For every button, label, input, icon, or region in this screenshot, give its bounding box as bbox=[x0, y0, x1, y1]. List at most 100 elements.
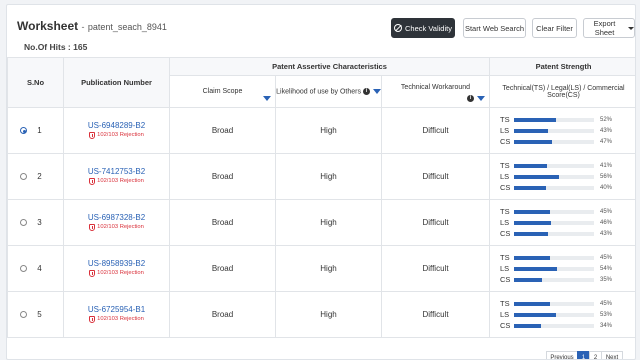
shield-icon bbox=[89, 177, 96, 185]
score-bar bbox=[514, 185, 594, 190]
clear-filter-button[interactable]: Clear Filter bbox=[532, 18, 577, 38]
export-sheet-button[interactable]: Export Sheet bbox=[583, 18, 635, 38]
row-select-radio[interactable] bbox=[20, 127, 27, 135]
column-header-workaround[interactable]: Technical Workaround i bbox=[381, 75, 490, 108]
start-web-search-button[interactable]: Start Web Search bbox=[463, 18, 526, 38]
score-label: TS bbox=[500, 253, 510, 262]
sno-value: 1 bbox=[37, 126, 42, 135]
worksheet-title: Worksheet bbox=[17, 19, 79, 33]
score-label: TS bbox=[500, 115, 510, 124]
sort-down-icon[interactable] bbox=[263, 96, 271, 101]
score-label: LS bbox=[500, 126, 510, 135]
check-validity-button[interactable]: Check Validity bbox=[391, 18, 455, 38]
score-bar bbox=[514, 301, 594, 306]
table-row[interactable]: 3 US-6987328-B2 102/103 Rejection Broad … bbox=[7, 199, 635, 246]
rejection-badge: 102/103 Rejection bbox=[89, 315, 144, 323]
sno-cell: 3 bbox=[7, 199, 64, 246]
publication-cell: US-6948289-B2 102/103 Rejection bbox=[63, 107, 170, 154]
workaround-label: Technical Workaround bbox=[400, 84, 471, 91]
publication-link[interactable]: US-6987328-B2 bbox=[64, 213, 169, 222]
table-row[interactable]: 4 US-8958939-B2 102/103 Rejection Broad … bbox=[7, 245, 635, 292]
score-row: TS 52% bbox=[500, 114, 635, 125]
sort-down-icon[interactable] bbox=[477, 95, 485, 101]
score-label: CS bbox=[500, 275, 511, 284]
likelihood-cell: High bbox=[275, 245, 382, 292]
sno-value: 5 bbox=[37, 310, 42, 319]
shield-icon bbox=[89, 269, 96, 277]
row-select-radio[interactable] bbox=[20, 311, 27, 319]
likelihood-label: Likelihood of use by Others bbox=[276, 88, 361, 96]
info-icon[interactable]: i bbox=[362, 87, 370, 95]
table-row[interactable]: 2 US-7412753-B2 102/103 Rejection Broad … bbox=[7, 153, 635, 200]
column-header-likelihood[interactable]: Likelihood of use by Others i bbox=[275, 75, 382, 108]
rejection-label: 102/103 Rejection bbox=[97, 178, 144, 184]
strength-cell: TS 45% LS 46% CS 43% bbox=[489, 199, 635, 246]
rejection-badge: 102/103 Rejection bbox=[89, 177, 144, 185]
sno-cell: 5 bbox=[7, 291, 64, 338]
score-row: TS 45% bbox=[500, 298, 635, 309]
shield-icon bbox=[89, 223, 96, 231]
claim-scope-label: Claim Scope bbox=[202, 88, 243, 95]
score-percent: 45% bbox=[600, 254, 613, 261]
pagination: Previous 1 2 Next bbox=[546, 351, 623, 359]
publication-link[interactable]: US-6948289-B2 bbox=[64, 121, 169, 130]
sno-cell: 4 bbox=[7, 245, 64, 292]
sno-value: 2 bbox=[37, 172, 42, 181]
score-percent: 53% bbox=[600, 311, 613, 318]
score-percent: 43% bbox=[600, 230, 613, 237]
score-bar bbox=[514, 209, 594, 214]
pagination-previous[interactable]: Previous bbox=[546, 351, 578, 359]
strength-cell: TS 45% LS 54% CS 35% bbox=[489, 245, 635, 292]
score-label: LS bbox=[500, 218, 510, 227]
score-bar bbox=[514, 312, 594, 317]
info-icon[interactable]: i bbox=[467, 94, 475, 102]
score-label: TS bbox=[500, 207, 510, 216]
score-bar bbox=[514, 117, 594, 122]
score-bar-fill bbox=[514, 163, 547, 168]
score-bar-fill bbox=[514, 231, 549, 236]
score-row: CS 47% bbox=[500, 136, 635, 147]
worksheet-table: S.No Publication Number Patent Assertive… bbox=[7, 57, 635, 338]
score-bar-fill bbox=[514, 117, 556, 122]
publication-link[interactable]: US-7412753-B2 bbox=[64, 167, 169, 176]
score-row: LS 54% bbox=[500, 263, 635, 274]
workaround-controls: i bbox=[467, 94, 485, 102]
workaround-cell: Difficult bbox=[381, 291, 490, 338]
likelihood-cell: High bbox=[275, 199, 382, 246]
score-label: TS bbox=[500, 161, 510, 170]
table-row[interactable]: 5 US-6725954-B1 102/103 Rejection Broad … bbox=[7, 291, 635, 338]
score-label: LS bbox=[500, 310, 510, 319]
score-bar-fill bbox=[514, 174, 559, 179]
row-select-radio[interactable] bbox=[20, 265, 27, 273]
workaround-cell: Difficult bbox=[381, 245, 490, 292]
score-row: TS 41% bbox=[500, 160, 635, 171]
score-row: LS 53% bbox=[500, 309, 635, 320]
publication-cell: US-6987328-B2 102/103 Rejection bbox=[63, 199, 170, 246]
pagination-next[interactable]: Next bbox=[601, 351, 623, 359]
score-bar bbox=[514, 323, 594, 328]
publication-link[interactable]: US-6725954-B1 bbox=[64, 305, 169, 314]
score-bar-fill bbox=[514, 128, 549, 133]
table-row[interactable]: 1 US-6948289-B2 102/103 Rejection Broad … bbox=[7, 107, 635, 154]
sort-down-icon[interactable] bbox=[372, 88, 381, 94]
claim-scope-cell: Broad bbox=[169, 153, 276, 200]
sno-cell: 2 bbox=[7, 153, 64, 200]
column-header-strength: Technical(TS) / Legal(LS) / Commercial S… bbox=[489, 75, 635, 108]
row-select-radio[interactable] bbox=[20, 173, 27, 181]
score-bar bbox=[514, 255, 594, 260]
score-label: TS bbox=[500, 299, 510, 308]
column-header-claim-scope[interactable]: Claim Scope bbox=[169, 75, 276, 108]
score-row: CS 40% bbox=[500, 182, 635, 193]
row-select-radio[interactable] bbox=[20, 219, 27, 227]
title-separator: - bbox=[81, 22, 85, 32]
publication-link[interactable]: US-8958939-B2 bbox=[64, 259, 169, 268]
hits-label: No.Of Hits : bbox=[24, 42, 71, 52]
likelihood-cell: High bbox=[275, 291, 382, 338]
score-label: LS bbox=[500, 172, 510, 181]
likelihood-cell: High bbox=[275, 107, 382, 154]
shield-icon bbox=[89, 315, 96, 323]
block-icon bbox=[394, 24, 403, 32]
sno-value: 3 bbox=[37, 218, 42, 227]
export-sheet-label: Export Sheet bbox=[593, 19, 616, 37]
rejection-label: 102/103 Rejection bbox=[97, 270, 144, 276]
